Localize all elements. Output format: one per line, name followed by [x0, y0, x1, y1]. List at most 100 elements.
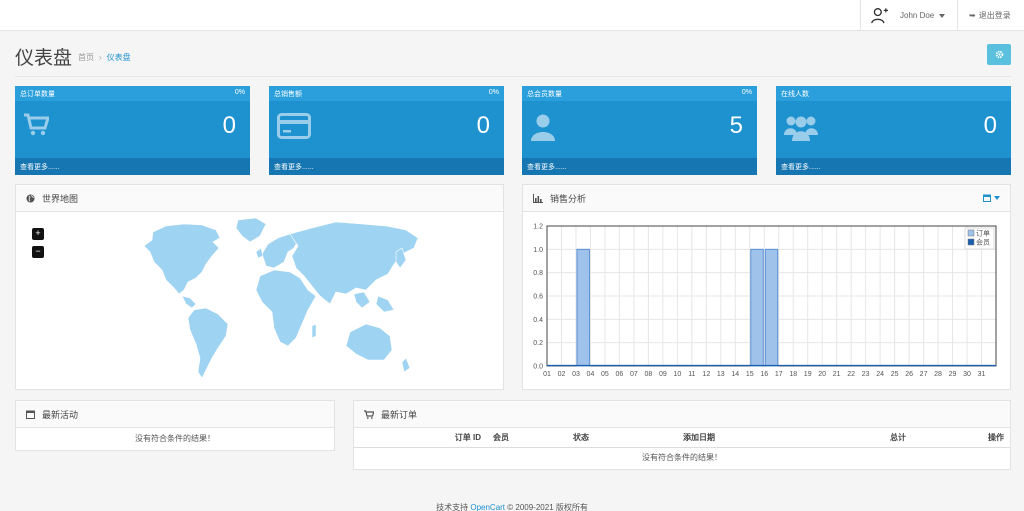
tile-label: 总会员数量	[527, 91, 562, 98]
user-add-icon	[871, 8, 888, 24]
empty-message: 没有符合条件的结果！	[135, 434, 215, 443]
y-tick-label: 0.0	[533, 364, 543, 371]
tile-value: 0	[222, 112, 236, 139]
tile-label: 总销售额	[274, 91, 302, 98]
column-header-customer[interactable]: 会员	[487, 428, 567, 448]
sales-chart: 0.0 0.2 0.4 0.6 0.8 1.0 1.2 01 02 03 04 05 06 07 08 09 1…	[533, 224, 997, 378]
footer-prefix: 技术支持	[436, 503, 469, 511]
y-tick-label: 0.2	[533, 340, 543, 347]
user-icon	[531, 114, 555, 141]
sales-analysis-panel: 销售分析 0.0 0.2 0.4 0.6 0.8 1.0 1.2 01 02 03 04 05 06 07…	[522, 184, 1011, 390]
x-tick-label: 15	[746, 371, 754, 378]
chart-bar	[750, 248, 764, 367]
x-tick-label: 03	[572, 371, 580, 378]
x-tick-label: 20	[818, 371, 826, 378]
date-range-dropdown[interactable]	[983, 194, 1000, 202]
column-header-status[interactable]: 状态	[567, 428, 677, 448]
tile-total-customers: 总会员数量 0% 5 查看更多......	[522, 86, 757, 175]
footer: 技术支持 OpenCart © 2009-2021 版权所有	[0, 502, 1024, 511]
page-title: 仪表盘	[15, 48, 73, 69]
footer-link[interactable]: OpenCart	[470, 503, 505, 511]
y-tick-label: 0.8	[533, 270, 543, 277]
chevron-down-icon	[939, 13, 946, 18]
panel-title: 最新订单	[381, 409, 418, 420]
x-tick-label: 28	[934, 371, 942, 378]
chart-bar	[764, 248, 779, 367]
tile-value: 0	[476, 112, 490, 139]
globe-icon	[26, 193, 35, 203]
y-tick-label: 1.2	[533, 224, 543, 231]
x-tick-label: 02	[558, 371, 566, 378]
breadcrumb-dashboard[interactable]: 仪表盘	[107, 53, 131, 62]
x-tick-label: 10	[673, 371, 681, 378]
x-tick-label: 17	[775, 371, 783, 378]
column-header-total[interactable]: 总计	[777, 428, 912, 448]
x-tick-label: 08	[644, 371, 652, 378]
tile-value: 5	[729, 112, 743, 139]
tile-more-link[interactable]: 查看更多......	[776, 158, 1011, 175]
legend-swatch	[967, 229, 975, 237]
x-tick-label: 07	[630, 371, 638, 378]
breadcrumb-home[interactable]: 首页	[78, 53, 94, 62]
column-header-date-added[interactable]: 添加日期	[677, 428, 777, 448]
tile-percent: 0%	[741, 89, 752, 96]
legend-label: 订单	[976, 229, 990, 238]
legend-label: 会员	[976, 238, 990, 247]
y-tick-label: 0.6	[533, 294, 543, 301]
panel-title: 销售分析	[550, 193, 587, 204]
x-tick-label: 25	[891, 371, 899, 378]
x-tick-label: 04	[587, 371, 595, 378]
x-tick-label: 09	[659, 371, 667, 378]
logout-button[interactable]: ➥ 退出登录	[957, 0, 1024, 31]
empty-message: 没有符合条件的结果！	[642, 452, 722, 462]
world-map[interactable]: + −	[16, 212, 503, 389]
logout-label: 退出登录	[978, 11, 1011, 20]
x-tick-label: 06	[616, 371, 624, 378]
chevron-down-icon	[994, 196, 1000, 200]
x-tick-label: 24	[876, 371, 884, 378]
recent-activity-panel: 最新活动 没有符合条件的结果！	[15, 400, 335, 451]
tile-total-sales: 总销售额 0% 0 查看更多......	[269, 86, 504, 175]
tile-percent: 0%	[234, 89, 245, 96]
tile-percent: 0%	[488, 89, 499, 96]
calendar-icon	[26, 410, 35, 419]
tile-more-link[interactable]: 查看更多......	[269, 158, 504, 175]
breadcrumb: 首页 › 仪表盘	[78, 52, 131, 63]
cart-icon	[364, 409, 374, 419]
bar-chart-icon	[533, 193, 543, 203]
settings-button[interactable]	[987, 44, 1011, 65]
x-tick-label: 29	[949, 371, 957, 378]
tile-label: 总订单数量	[20, 91, 55, 98]
x-tick-label: 22	[847, 371, 855, 378]
x-tick-label: 31	[978, 371, 986, 378]
user-name: John Doe	[900, 11, 935, 20]
x-tick-label: 27	[920, 371, 928, 378]
column-header-order-id[interactable]: 订单 ID	[354, 428, 487, 448]
latest-orders-panel: 最新订单 订单 ID 会员 状态 添加日期 总计 操作 没有符合条件的结果！	[353, 400, 1011, 470]
user-menu-button[interactable]: John Doe	[860, 0, 957, 31]
x-tick-label: 12	[702, 371, 710, 378]
x-tick-label: 11	[688, 371, 695, 378]
tile-online-users: 在线人数 0 查看更多......	[776, 86, 1011, 175]
world-map-graphic	[143, 217, 419, 379]
tile-more-link[interactable]: 查看更多......	[522, 158, 757, 175]
x-tick-label: 19	[804, 371, 812, 378]
x-tick-label: 21	[833, 371, 841, 378]
page-header: 仪表盘 首页 › 仪表盘	[0, 31, 1024, 76]
users-icon	[784, 116, 818, 141]
panel-title: 世界地图	[42, 193, 79, 204]
footer-copyright: © 2009-2021 版权所有	[507, 503, 588, 511]
x-tick-label: 16	[760, 371, 768, 378]
tile-more-link[interactable]: 查看更多......	[15, 158, 250, 175]
y-tick-label: 0.4	[533, 317, 543, 324]
tile-value: 0	[983, 112, 997, 139]
x-tick-label: 30	[963, 371, 971, 378]
y-tick-label: 1.0	[533, 247, 543, 254]
credit-card-icon	[277, 113, 311, 139]
world-map-panel: 世界地图 + −	[15, 184, 504, 390]
x-tick-label: 14	[731, 371, 739, 378]
top-navbar: John Doe ➥ 退出登录	[0, 0, 1024, 31]
x-tick-label: 13	[717, 371, 725, 378]
chart-bar	[576, 248, 590, 367]
x-tick-label: 18	[789, 371, 797, 378]
